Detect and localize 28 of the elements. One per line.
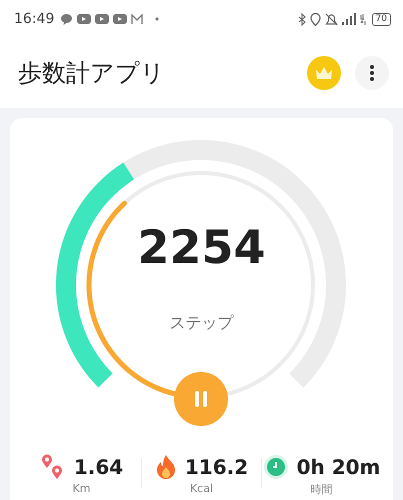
stat-value: 116.2	[184, 455, 248, 479]
step-count: 2254	[137, 220, 266, 274]
stat-value: 1.64	[74, 455, 124, 479]
stat-unit: Km	[72, 482, 90, 495]
bluetooth-icon	[298, 12, 306, 26]
premium-button[interactable]	[307, 56, 341, 90]
flame-icon	[154, 454, 177, 480]
stat-value: 0h 20m	[296, 455, 380, 479]
signal-icon	[342, 13, 356, 25]
pause-icon	[194, 390, 208, 408]
location-icon	[310, 12, 321, 26]
dot-icon	[155, 17, 160, 21]
more-icon	[369, 64, 375, 82]
clock-icon	[262, 454, 289, 480]
status-time: 16:49	[14, 11, 54, 27]
play-icon	[95, 14, 110, 24]
play-icon	[77, 14, 92, 24]
crown-icon	[315, 66, 333, 80]
stat-unit: 時間	[310, 482, 332, 497]
battery-indicator: 70	[372, 12, 391, 26]
app-title: 歩数計アプリ	[18, 58, 165, 89]
step-label: ステップ	[170, 313, 234, 334]
mail-icon	[131, 14, 144, 24]
muted-bell-icon	[324, 12, 338, 26]
more-menu-button[interactable]	[355, 56, 389, 90]
play-icon	[113, 14, 128, 24]
stat-unit: Kcal	[190, 482, 214, 495]
chat-bubble-icon	[60, 12, 74, 26]
